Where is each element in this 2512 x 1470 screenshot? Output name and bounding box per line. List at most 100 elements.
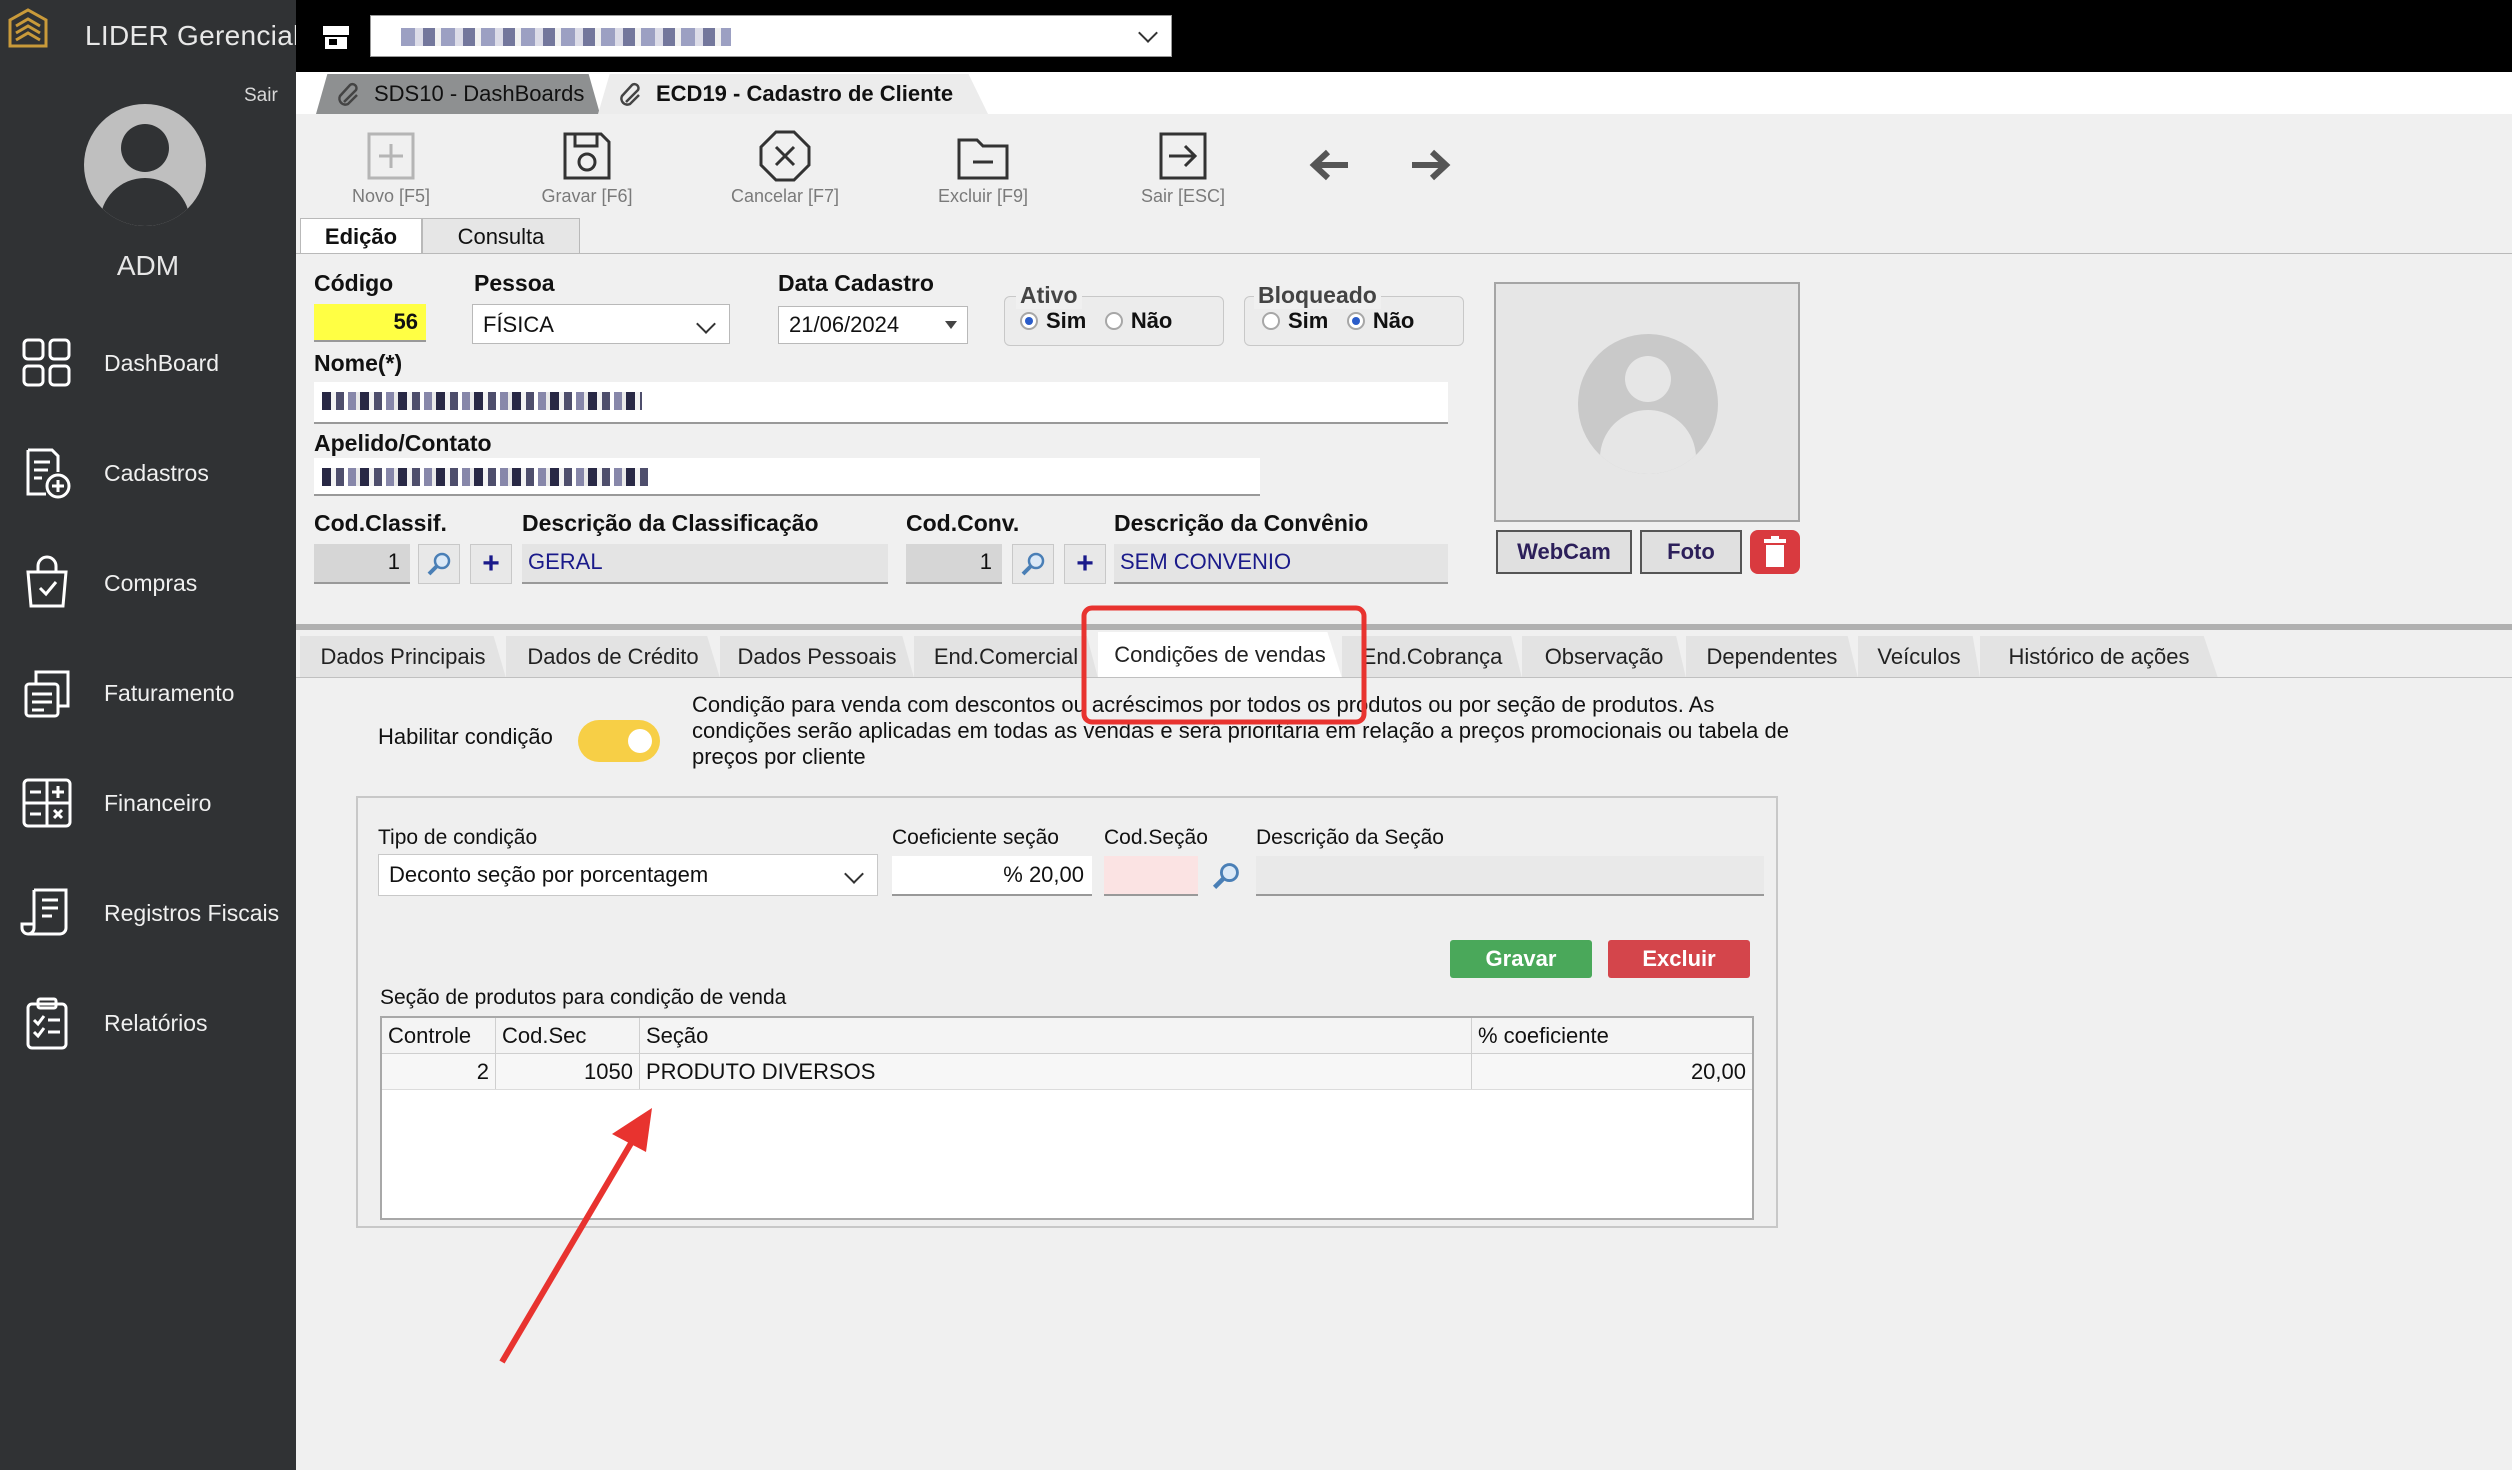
save-disk-icon xyxy=(563,132,611,180)
magnifier-icon xyxy=(427,552,451,576)
bloqueado-radio-group: Sim Não xyxy=(1262,308,1428,334)
delete-button[interactable]: Excluir [F9] xyxy=(918,128,1048,214)
tab-end-cobranca[interactable]: End.Cobrança xyxy=(1342,636,1522,678)
search-secao-button[interactable] xyxy=(1210,860,1242,892)
doc-tab-cadastro-cliente[interactable]: ECD19 - Cadastro de Cliente xyxy=(598,74,988,114)
webcam-button[interactable]: WebCam xyxy=(1496,530,1632,574)
sidebar-item-cadastros[interactable]: Cadastros xyxy=(0,428,296,518)
tab-veiculos[interactable]: Veículos xyxy=(1858,636,1980,678)
cod-conv-field[interactable]: 1 xyxy=(906,544,1002,584)
bloqueado-nao-radio[interactable] xyxy=(1346,312,1365,330)
sidebar-item-registros-fiscais[interactable]: Registros Fiscais xyxy=(0,868,296,958)
logout-link[interactable]: Sair xyxy=(244,85,278,107)
condition-delete-button[interactable]: Excluir xyxy=(1608,940,1750,978)
tab-historico[interactable]: Histórico de ações xyxy=(1980,636,2218,678)
search-conv-button[interactable] xyxy=(1012,544,1054,584)
habilitar-condicao-toggle[interactable] xyxy=(578,720,660,762)
magnifier-icon xyxy=(1021,552,1045,576)
cod-secao-label: Cod.Seção xyxy=(1104,826,1208,849)
cod-classif-field[interactable]: 1 xyxy=(314,544,410,584)
nome-field[interactable] xyxy=(314,382,1448,424)
app-logo-text: LIDER Gerencial xyxy=(85,20,300,51)
save-button[interactable]: Gravar [F6] xyxy=(522,128,652,214)
tab-dados-credito[interactable]: Dados de Crédito xyxy=(506,636,720,678)
bloqueado-label: Bloqueado xyxy=(1254,282,1381,309)
cod-secao-field[interactable] xyxy=(1104,856,1198,896)
exit-button-label: Sair [ESC] xyxy=(1140,186,1226,206)
apelido-label: Apelido/Contato xyxy=(314,430,492,456)
desc-classif-label: Descrição da Classificação xyxy=(522,510,819,536)
company-select[interactable] xyxy=(370,15,1172,57)
ativo-sim-radio[interactable] xyxy=(1020,312,1038,330)
add-conv-button[interactable]: + xyxy=(1064,544,1106,584)
sections-grid: Controle Cod.Sec Seção % coeficiente 2 1… xyxy=(380,1016,1754,1220)
sidebar-item-compras[interactable]: Compras xyxy=(0,538,296,628)
sidebar-item-faturamento[interactable]: Faturamento xyxy=(0,648,296,738)
foto-button[interactable]: Foto xyxy=(1640,530,1742,574)
tab-baseline xyxy=(296,677,2512,678)
user-placeholder-icon xyxy=(1578,334,1718,474)
tab-edicao[interactable]: Edição xyxy=(300,218,422,254)
chevron-down-icon xyxy=(844,864,864,884)
sidebar-item-financeiro[interactable]: Financeiro xyxy=(0,758,296,848)
column-header-secao[interactable]: Seção xyxy=(640,1018,1472,1053)
desc-conv-label: Descrição da Convênio xyxy=(1114,510,1369,536)
calculator-icon xyxy=(22,778,72,828)
new-button-label: Novo [F5] xyxy=(351,186,431,206)
desc-conv-field: SEM CONVENIO xyxy=(1114,544,1448,584)
ativo-nao-radio[interactable] xyxy=(1104,312,1123,330)
company-name-redacted xyxy=(401,28,731,46)
fiscal-document-icon xyxy=(20,888,68,936)
dropdown-arrow-icon xyxy=(945,321,957,329)
tab-end-comercial[interactable]: End.Comercial xyxy=(914,636,1098,678)
user-avatar[interactable] xyxy=(84,104,206,226)
exit-button[interactable]: Sair [ESC] xyxy=(1118,128,1248,214)
data-cadastro-label: Data Cadastro xyxy=(778,270,934,296)
data-cadastro-value: 21/06/2024 xyxy=(789,312,900,337)
bloqueado-sim-label: Sim xyxy=(1288,308,1329,333)
column-header-coeficiente[interactable]: % coeficiente xyxy=(1472,1018,1752,1053)
trash-icon xyxy=(1764,536,1786,567)
exit-icon xyxy=(1159,132,1207,180)
sidebar-item-dashboard[interactable]: DashBoard xyxy=(0,318,296,408)
tab-dependentes[interactable]: Dependentes xyxy=(1686,636,1858,678)
pessoa-select[interactable]: FÍSICA xyxy=(472,304,730,344)
arrow-left-icon[interactable] xyxy=(1306,142,1356,188)
codigo-field[interactable]: 56 xyxy=(314,304,426,342)
arrow-right-icon[interactable] xyxy=(1404,142,1454,188)
store-icon[interactable] xyxy=(322,24,350,50)
toggle-knob xyxy=(628,729,652,753)
desc-secao-field xyxy=(1256,856,1764,896)
condition-save-button[interactable]: Gravar xyxy=(1450,940,1592,978)
sidebar: LIDER Gerencial Sair ADM DashBoard Cadas… xyxy=(0,0,299,1470)
column-header-cod-sec[interactable]: Cod.Sec xyxy=(496,1018,640,1053)
cancel-button[interactable]: Cancelar [F7] xyxy=(720,128,850,214)
sidebar-item-label: DashBoard xyxy=(104,349,220,376)
tab-dados-principais[interactable]: Dados Principais xyxy=(300,636,506,678)
table-row[interactable]: 2 1050 PRODUTO DIVERSOS 20,00 xyxy=(382,1054,1752,1090)
sidebar-item-relatorios[interactable]: Relatórios xyxy=(0,978,296,1068)
sidebar-item-label: Faturamento xyxy=(104,679,235,706)
bloqueado-sim-radio[interactable] xyxy=(1262,312,1280,330)
data-cadastro-field[interactable]: 21/06/2024 xyxy=(778,306,968,344)
column-header-controle[interactable]: Controle xyxy=(382,1018,496,1053)
coeficiente-field[interactable]: % 20,00 xyxy=(892,856,1092,896)
new-button[interactable]: Novo [F5] xyxy=(326,128,456,214)
apelido-field[interactable] xyxy=(314,458,1260,496)
condition-description: Condição para venda com descontos ou acr… xyxy=(692,692,1789,769)
delete-photo-button[interactable] xyxy=(1750,530,1800,574)
search-classif-button[interactable] xyxy=(418,544,460,584)
tab-dados-pessoais[interactable]: Dados Pessoais xyxy=(720,636,914,678)
plus-icon: + xyxy=(482,547,500,580)
paperclip-icon xyxy=(338,82,358,106)
add-classif-button[interactable]: + xyxy=(470,544,512,584)
doc-tab-dashboards[interactable]: SDS10 - DashBoards xyxy=(316,74,600,114)
tab-condicoes-vendas[interactable]: Condições de vendas xyxy=(1098,632,1342,678)
sidebar-item-label: Relatórios xyxy=(104,1009,208,1036)
tipo-condicao-select[interactable]: Deconto seção por porcentagem xyxy=(378,854,878,896)
bloqueado-nao-label: Não xyxy=(1372,308,1415,333)
tab-consulta[interactable]: Consulta xyxy=(422,218,580,254)
tab-observacao[interactable]: Observação xyxy=(1522,636,1686,678)
chevron-down-icon xyxy=(696,314,716,334)
chevron-down-icon xyxy=(1138,23,1158,43)
